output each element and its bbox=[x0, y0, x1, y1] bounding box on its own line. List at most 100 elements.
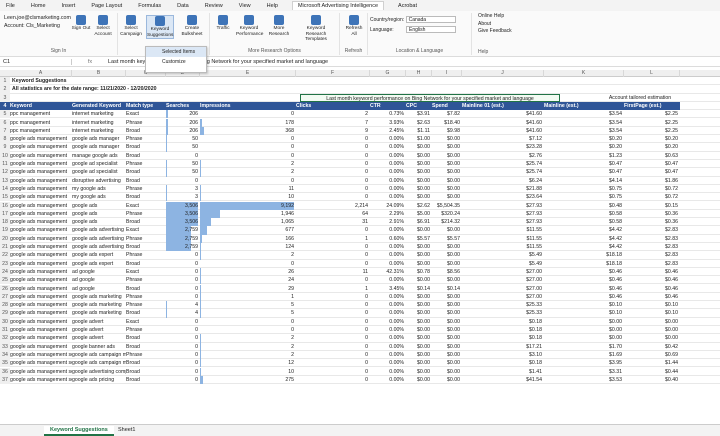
table-cell[interactable]: 0 bbox=[296, 193, 370, 201]
table-cell[interactable]: $0.18 bbox=[462, 359, 544, 367]
table-cell[interactable]: $0.00 bbox=[406, 309, 432, 317]
table-cell[interactable]: internet marketing bbox=[72, 119, 126, 127]
table-cell[interactable]: $0.15 bbox=[624, 202, 680, 210]
table-cell[interactable]: $0.00 bbox=[406, 343, 432, 351]
table-cell[interactable]: Broad bbox=[126, 143, 166, 151]
table-cell[interactable]: $41.60 bbox=[462, 110, 544, 118]
table-cell[interactable]: google ads advertising bbox=[72, 243, 126, 251]
table-cell[interactable]: $0.46 bbox=[544, 293, 624, 301]
table-cell[interactable]: 0 bbox=[296, 152, 370, 160]
name-box[interactable]: C1 bbox=[0, 58, 72, 65]
table-cell[interactable]: $0.00 bbox=[432, 143, 462, 151]
table-cell[interactable]: Broad bbox=[126, 334, 166, 342]
table-cell[interactable]: 0.00% bbox=[370, 193, 406, 201]
table-cell[interactable]: $3.10 bbox=[462, 351, 544, 359]
table-cell[interactable]: 0.00% bbox=[370, 251, 406, 259]
table-cell[interactable]: $6.24 bbox=[462, 177, 544, 185]
table-cell[interactable]: 0.00% bbox=[370, 276, 406, 284]
table-cell[interactable]: $0.00 bbox=[432, 351, 462, 359]
table-cell[interactable]: $2.25 bbox=[624, 110, 680, 118]
header-cell[interactable]: Mainline (est.) bbox=[544, 101, 624, 111]
table-cell[interactable]: 2.29% bbox=[370, 210, 406, 218]
table-cell[interactable]: google ads manager bbox=[72, 135, 126, 143]
table-cell[interactable]: $21.88 bbox=[462, 185, 544, 193]
keyword-performance-button[interactable]: Keyword Performance bbox=[236, 15, 263, 37]
table-cell[interactable]: 10 bbox=[200, 368, 296, 376]
tab-insert[interactable]: Insert bbox=[60, 3, 78, 9]
tab-data[interactable]: Data bbox=[175, 3, 191, 9]
table-cell[interactable]: 0 bbox=[296, 309, 370, 317]
table-cell[interactable]: $2.25 bbox=[624, 127, 680, 135]
table-cell[interactable]: $5,504.35 bbox=[432, 202, 462, 210]
table-cell[interactable]: Phrase bbox=[126, 185, 166, 193]
header-cell[interactable]: Impressions bbox=[200, 101, 296, 111]
create-bulksheet-button[interactable]: Create Bulksheet bbox=[178, 15, 206, 37]
table-cell[interactable]: 0.00% bbox=[370, 293, 406, 301]
table-cell[interactable]: $4.42 bbox=[544, 243, 624, 251]
table-cell[interactable]: 0 bbox=[296, 143, 370, 151]
table-cell[interactable]: 0.00% bbox=[370, 334, 406, 342]
table-cell[interactable]: $0.14 bbox=[406, 285, 432, 293]
table-cell[interactable]: google ads management services bbox=[10, 359, 72, 367]
row-number[interactable]: 36 bbox=[0, 367, 10, 376]
table-cell[interactable]: $0.00 bbox=[406, 177, 432, 185]
table-cell[interactable]: $5.49 bbox=[462, 260, 544, 268]
table-cell[interactable]: ad google bbox=[72, 276, 126, 284]
tab-file[interactable]: File bbox=[4, 3, 17, 9]
table-cell[interactable]: $5.57 bbox=[406, 235, 432, 243]
table-cell[interactable]: google ads management bbox=[10, 185, 72, 193]
table-cell[interactable]: 368 bbox=[200, 127, 296, 135]
table-cell[interactable]: 0 bbox=[200, 143, 296, 151]
table-cell[interactable]: Broad bbox=[126, 243, 166, 251]
table-cell[interactable]: 0.60% bbox=[370, 235, 406, 243]
table-cell[interactable]: 0 bbox=[166, 293, 200, 301]
header-cell[interactable]: Generated Keyword bbox=[72, 101, 126, 111]
table-cell[interactable]: $0.00 bbox=[544, 334, 624, 342]
table-cell[interactable]: 677 bbox=[200, 226, 296, 234]
table-cell[interactable]: $1.23 bbox=[544, 152, 624, 160]
table-cell[interactable]: google ads manager bbox=[72, 143, 126, 151]
table-cell[interactable]: $27.93 bbox=[462, 202, 544, 210]
table-cell[interactable]: 2 bbox=[200, 251, 296, 259]
table-cell[interactable]: 0 bbox=[166, 351, 200, 359]
table-cell[interactable]: $27.93 bbox=[462, 210, 544, 218]
banner-performance[interactable]: Last month keyword performance on Bing N… bbox=[300, 93, 560, 102]
row-number[interactable]: 14 bbox=[0, 184, 10, 194]
table-cell[interactable]: google ads management bbox=[10, 193, 72, 201]
table-cell[interactable]: $27.93 bbox=[462, 218, 544, 226]
table-cell[interactable]: 0 bbox=[166, 276, 200, 284]
table-cell[interactable]: google advert bbox=[72, 334, 126, 342]
table-cell[interactable]: internet marketing bbox=[72, 110, 126, 118]
table-cell[interactable]: $0.00 bbox=[406, 334, 432, 342]
table-cell[interactable]: google ads bbox=[72, 202, 126, 210]
table-cell[interactable]: $41.54 bbox=[462, 376, 544, 384]
table-cell[interactable]: 0 bbox=[166, 285, 200, 293]
sheet-tab-sheet1[interactable]: Sheet1 bbox=[112, 426, 141, 434]
table-cell[interactable]: 0 bbox=[166, 177, 200, 185]
table-cell[interactable]: $0.00 bbox=[432, 193, 462, 201]
table-cell[interactable]: $0.00 bbox=[406, 226, 432, 234]
online-help-link[interactable]: Online Help bbox=[478, 13, 512, 21]
table-cell[interactable]: $0.00 bbox=[406, 359, 432, 367]
table-cell[interactable]: Phrase bbox=[126, 276, 166, 284]
table-cell[interactable]: Broad bbox=[126, 285, 166, 293]
table-cell[interactable]: google ads management bbox=[10, 285, 72, 293]
table-cell[interactable]: ppc management bbox=[10, 127, 72, 135]
table-cell[interactable]: Phrase bbox=[126, 301, 166, 309]
table-cell[interactable]: google advertising company bbox=[72, 368, 126, 376]
table-cell[interactable]: $3.95 bbox=[544, 359, 624, 367]
table-cell[interactable]: $3.54 bbox=[544, 119, 624, 127]
table-cell[interactable]: 0 bbox=[200, 152, 296, 160]
table-cell[interactable]: 0 bbox=[166, 376, 200, 384]
table-cell[interactable]: $1.00 bbox=[406, 135, 432, 143]
table-cell[interactable]: 29 bbox=[200, 285, 296, 293]
table-cell[interactable]: google ads advertising bbox=[72, 235, 126, 243]
table-cell[interactable]: 0 bbox=[296, 160, 370, 168]
table-cell[interactable]: 9 bbox=[296, 127, 370, 135]
table-cell[interactable]: google ads management bbox=[10, 177, 72, 185]
table-cell[interactable]: $25.33 bbox=[462, 309, 544, 317]
table-cell[interactable]: 2,214 bbox=[296, 202, 370, 210]
table-cell[interactable]: 0 bbox=[296, 226, 370, 234]
table-cell[interactable]: google ads marketing bbox=[72, 301, 126, 309]
table-cell[interactable]: $2.83 bbox=[624, 251, 680, 259]
